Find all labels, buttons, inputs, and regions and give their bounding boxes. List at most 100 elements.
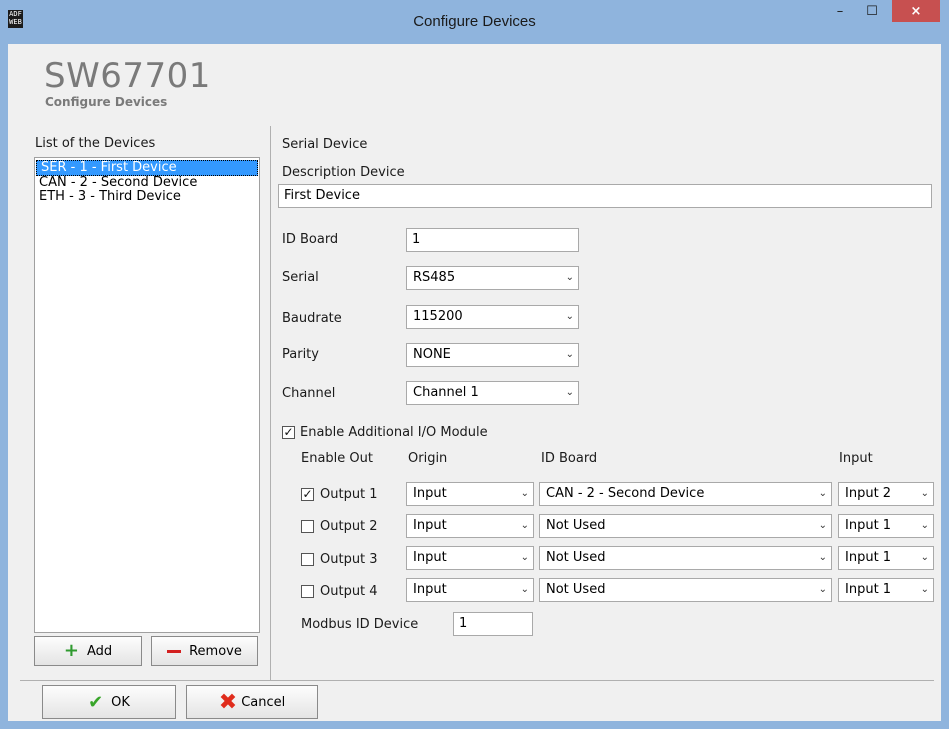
input-value: Input 1 <box>845 550 892 565</box>
output-1-origin-select[interactable]: Input ⌄ <box>406 482 534 506</box>
parity-value: NONE <box>413 347 451 362</box>
chevron-down-icon: ⌄ <box>520 552 529 563</box>
minimize-button[interactable]: – <box>826 0 854 22</box>
col-enable-out: Enable Out <box>301 451 373 466</box>
configure-devices-window: ADF WEB Configure Devices – ☐ × SW67701 … <box>0 0 949 729</box>
output-4-id-board-select[interactable]: Not Used ⌄ <box>539 578 832 602</box>
chevron-down-icon: ⌄ <box>565 387 574 398</box>
remove-label: Remove <box>189 643 242 659</box>
window-title: Configure Devices <box>413 13 536 30</box>
output-3-id-board-select[interactable]: Not Used ⌄ <box>539 546 832 570</box>
description-label: Description Device <box>282 165 405 180</box>
modbus-id-field[interactable]: 1 <box>453 612 533 636</box>
origin-value: Input <box>413 582 447 597</box>
output-2-label: Output 2 <box>320 519 378 534</box>
plus-icon: + <box>63 640 79 661</box>
id-board-field[interactable]: 1 <box>406 228 579 252</box>
chevron-down-icon: ⌄ <box>565 349 574 360</box>
list-item[interactable]: SER - 1 - First Device <box>36 160 258 176</box>
col-input: Input <box>839 451 873 466</box>
parity-select[interactable]: NONE ⌄ <box>406 343 579 367</box>
footer-divider <box>20 680 934 681</box>
chevron-down-icon: ⌄ <box>818 520 827 531</box>
chevron-down-icon: ⌄ <box>920 584 929 595</box>
vertical-divider <box>270 126 271 680</box>
add-device-button[interactable]: + Add <box>34 636 142 666</box>
list-item[interactable]: CAN - 2 - Second Device <box>35 176 259 190</box>
origin-value: Input <box>413 518 447 533</box>
ok-label: OK <box>111 694 130 710</box>
id-board-value: CAN - 2 - Second Device <box>546 486 705 501</box>
input-value: Input 2 <box>845 486 892 501</box>
output-2-checkbox[interactable] <box>301 520 314 533</box>
id-board-value: Not Used <box>546 518 606 533</box>
chevron-down-icon: ⌄ <box>565 272 574 283</box>
output-1-label: Output 1 <box>320 487 378 502</box>
section-title: Serial Device <box>282 137 368 152</box>
id-board-value: Not Used <box>546 550 606 565</box>
output-4-checkbox[interactable] <box>301 585 314 598</box>
origin-value: Input <box>413 486 447 501</box>
add-label: Add <box>86 643 113 659</box>
enable-io-label: Enable Additional I/O Module <box>300 425 488 440</box>
serial-value: RS485 <box>413 270 456 285</box>
maximize-button[interactable]: ☐ <box>858 0 886 22</box>
channel-value: Channel 1 <box>413 385 479 400</box>
chevron-down-icon: ⌄ <box>920 520 929 531</box>
page-title: SW67701 <box>44 56 211 96</box>
chevron-down-icon: ⌄ <box>818 584 827 595</box>
chevron-down-icon: ⌄ <box>520 488 529 499</box>
output-4-input-select[interactable]: Input 1 ⌄ <box>838 578 934 602</box>
chevron-down-icon: ⌄ <box>520 520 529 531</box>
page-subtitle: Configure Devices <box>45 95 168 109</box>
output-3-input-select[interactable]: Input 1 ⌄ <box>838 546 934 570</box>
col-origin: Origin <box>408 451 448 466</box>
list-item[interactable]: ETH - 3 - Third Device <box>35 190 259 204</box>
output-4-origin-select[interactable]: Input ⌄ <box>406 578 534 602</box>
chevron-down-icon: ⌄ <box>818 552 827 563</box>
title-bar[interactable]: ADF WEB Configure Devices – ☐ × <box>0 0 949 44</box>
input-value: Input 1 <box>845 582 892 597</box>
cancel-button[interactable]: ✖ Cancel <box>186 685 318 719</box>
chevron-down-icon: ⌄ <box>920 552 929 563</box>
chevron-down-icon: ⌄ <box>920 488 929 499</box>
origin-value: Input <box>413 550 447 565</box>
cross-icon: ✖ <box>218 689 238 715</box>
baudrate-label: Baudrate <box>282 311 342 326</box>
output-3-checkbox[interactable] <box>301 553 314 566</box>
serial-select[interactable]: RS485 ⌄ <box>406 266 579 290</box>
output-2-id-board-select[interactable]: Not Used ⌄ <box>539 514 832 538</box>
checkmark-icon: ✔ <box>88 691 104 713</box>
ok-button[interactable]: ✔ OK <box>42 685 176 719</box>
id-board-value: Not Used <box>546 582 606 597</box>
output-4-label: Output 4 <box>320 584 378 599</box>
serial-label: Serial <box>282 270 319 285</box>
input-value: Input 1 <box>845 518 892 533</box>
id-board-label: ID Board <box>282 232 339 247</box>
modbus-id-label: Modbus ID Device <box>301 617 419 632</box>
parity-label: Parity <box>282 347 319 362</box>
description-field[interactable]: First Device <box>278 184 932 208</box>
minus-icon <box>167 649 182 653</box>
output-3-origin-select[interactable]: Input ⌄ <box>406 546 534 570</box>
channel-label: Channel <box>282 386 336 401</box>
remove-device-button[interactable]: Remove <box>151 636 258 666</box>
devices-listbox[interactable]: SER - 1 - First Device CAN - 2 - Second … <box>34 157 260 633</box>
output-2-input-select[interactable]: Input 1 ⌄ <box>838 514 934 538</box>
output-1-checkbox[interactable]: ✓ <box>301 488 314 501</box>
chevron-down-icon: ⌄ <box>565 311 574 322</box>
cancel-label: Cancel <box>241 694 286 710</box>
chevron-down-icon: ⌄ <box>520 584 529 595</box>
output-2-origin-select[interactable]: Input ⌄ <box>406 514 534 538</box>
output-3-label: Output 3 <box>320 552 378 567</box>
chevron-down-icon: ⌄ <box>818 488 827 499</box>
channel-select[interactable]: Channel 1 ⌄ <box>406 381 579 405</box>
close-button[interactable]: × <box>892 0 940 22</box>
devices-list-label: List of the Devices <box>35 136 156 151</box>
col-id-board: ID Board <box>541 451 598 466</box>
output-1-input-select[interactable]: Input 2 ⌄ <box>838 482 934 506</box>
baudrate-select[interactable]: 115200 ⌄ <box>406 305 579 329</box>
baudrate-value: 115200 <box>413 309 463 324</box>
output-1-id-board-select[interactable]: CAN - 2 - Second Device ⌄ <box>539 482 832 506</box>
enable-io-checkbox[interactable]: ✓ <box>282 426 295 439</box>
